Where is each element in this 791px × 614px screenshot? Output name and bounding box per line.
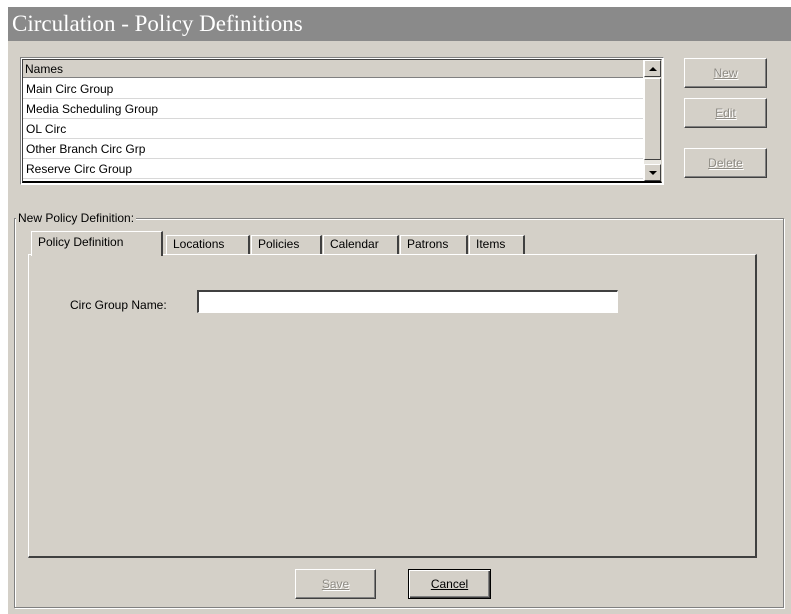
- tab-policies[interactable]: Policies: [251, 235, 322, 254]
- list-column-header[interactable]: Names: [23, 60, 643, 78]
- scroll-down-arrow-icon: [648, 170, 657, 175]
- scroll-up-button[interactable]: [644, 60, 661, 77]
- cancel-button[interactable]: Cancel: [408, 569, 491, 599]
- circ-group-name-label: Circ Group Name:: [70, 298, 167, 312]
- tab-items[interactable]: Items: [469, 235, 525, 254]
- tab-patrons[interactable]: Patrons: [400, 235, 468, 254]
- tab-calendar[interactable]: Calendar: [323, 235, 399, 254]
- tab-locations[interactable]: Locations: [166, 235, 250, 254]
- circ-group-name-input[interactable]: [197, 290, 618, 313]
- delete-button[interactable]: Delete: [684, 148, 767, 178]
- tab-policy-definition[interactable]: Policy Definition: [31, 231, 163, 256]
- names-list-rows: Main Circ Group Media Scheduling Group O…: [23, 79, 643, 179]
- list-item[interactable]: OL Circ: [23, 119, 643, 139]
- save-button[interactable]: Save: [295, 569, 376, 599]
- names-listbox[interactable]: Names Main Circ Group Media Scheduling G…: [20, 57, 664, 185]
- scroll-thumb[interactable]: [644, 78, 661, 160]
- new-button[interactable]: New: [684, 58, 767, 88]
- list-item[interactable]: Main Circ Group: [23, 79, 643, 99]
- edit-button[interactable]: Edit: [684, 98, 767, 128]
- dialog-body: Names Main Circ Group Media Scheduling G…: [8, 41, 791, 614]
- window-title: Circulation - Policy Definitions: [8, 7, 791, 41]
- list-item[interactable]: Media Scheduling Group: [23, 99, 643, 119]
- scroll-down-button[interactable]: [644, 164, 661, 181]
- list-item[interactable]: Reserve Circ Group: [23, 159, 643, 179]
- list-vertical-scrollbar[interactable]: [644, 60, 661, 181]
- scroll-up-arrow-icon: [648, 66, 657, 71]
- list-item[interactable]: Other Branch Circ Grp: [23, 139, 643, 159]
- groupbox-label: New Policy Definition:: [16, 211, 137, 225]
